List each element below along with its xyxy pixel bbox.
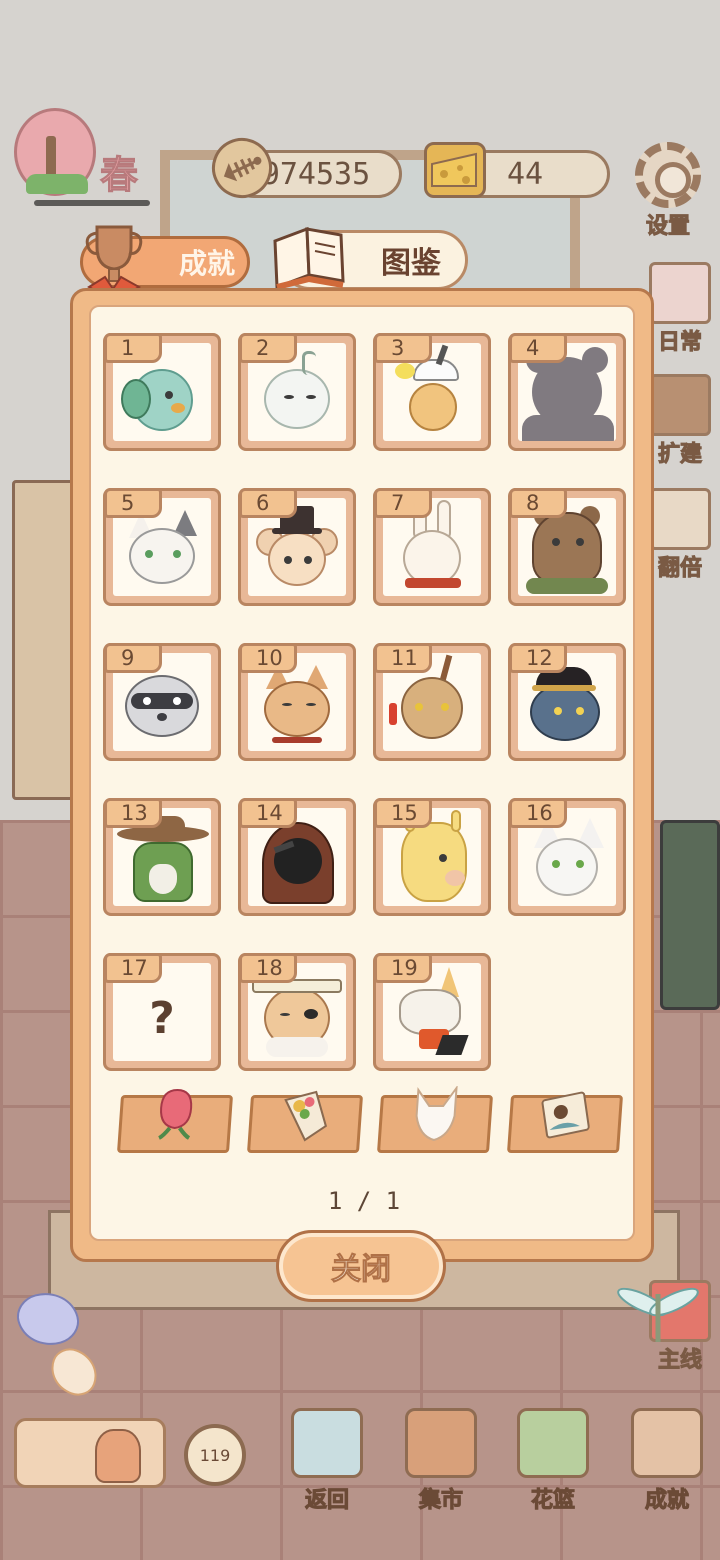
card-number: 11	[374, 643, 432, 673]
collection-card-10[interactable]: 10	[238, 643, 356, 761]
photo-card-icon	[541, 1091, 590, 1139]
card-number: 5	[104, 488, 162, 518]
daily-note-icon	[649, 262, 711, 324]
market-stall-icon	[405, 1408, 477, 1478]
collection-card-17[interactable]: ? 17	[103, 953, 221, 1071]
nav-basket-label: 花篮	[530, 1488, 575, 1514]
collection-card-12[interactable]: 12	[508, 643, 626, 761]
card-number: 10	[239, 643, 297, 673]
nav-achievements-label: 成就	[644, 1488, 689, 1514]
card-number: 17	[104, 953, 162, 983]
item-rose[interactable]	[116, 1088, 234, 1153]
open-book-icon	[273, 226, 345, 290]
collection-card-6[interactable]: 6	[238, 488, 356, 606]
cat-icon	[95, 1429, 141, 1483]
settings-button[interactable]: 设置	[632, 142, 704, 246]
tab-achievements-label: 成就	[178, 247, 235, 280]
season-label: 春	[99, 153, 139, 198]
window-icon	[291, 1408, 363, 1478]
collection-card-16[interactable]: 16	[508, 798, 626, 916]
collection-card-11[interactable]: 11	[373, 643, 491, 761]
card-number: 7	[374, 488, 432, 518]
nav-back-label: 返回	[304, 1488, 349, 1514]
collection-card-9[interactable]: 9	[103, 643, 221, 761]
trophy-icon	[631, 1408, 703, 1478]
fox-silhouette-icon	[415, 1086, 458, 1142]
clock-timer[interactable]: 119	[180, 1418, 250, 1508]
item-photo-card[interactable]	[506, 1091, 624, 1153]
easel	[660, 820, 720, 1010]
bouquet-icon	[284, 1090, 328, 1142]
double-ticket-icon	[649, 488, 711, 550]
nav-back-button[interactable]: 返回	[284, 1408, 370, 1514]
card-number: 16	[509, 798, 567, 828]
item-fox-silhouette[interactable]	[376, 1086, 494, 1153]
settings-label: 设置	[645, 214, 690, 240]
collection-card-1[interactable]: 1	[103, 333, 221, 451]
collection-panel-inner: 1 2 3 4 5 6 7 8 9 10 11 12 13 14 15 16 ?…	[89, 305, 635, 1241]
card-number: 8	[509, 488, 567, 518]
mystery-question-mark: ?	[149, 992, 175, 1044]
card-number: 14	[239, 798, 297, 828]
card-number: 6	[239, 488, 297, 518]
tab-collection[interactable]: 图鉴	[273, 226, 468, 290]
card-number: 13	[104, 798, 162, 828]
trophy-icon	[85, 225, 143, 296]
collection-card-13[interactable]: 13	[103, 798, 221, 916]
collection-card-14[interactable]: 14	[238, 798, 356, 916]
tab-collection-label: 图鉴	[381, 246, 441, 281]
grass-icon	[26, 174, 88, 194]
nav-market-button[interactable]: 集市	[398, 1408, 484, 1514]
collection-card-15[interactable]: 15	[373, 798, 491, 916]
collection-panel: 1 2 3 4 5 6 7 8 9 10 11 12 13 14 15 16 ?…	[70, 288, 654, 1262]
side-label-mainline: 主线	[657, 1348, 702, 1374]
collection-items-row	[115, 1086, 624, 1159]
card-number: 2	[239, 333, 297, 363]
nav-achievements-button[interactable]: 成就	[624, 1408, 710, 1514]
nav-basket-button[interactable]: 花篮	[510, 1408, 596, 1514]
flower-basket-icon	[517, 1408, 589, 1478]
clock-face: 119	[184, 1424, 246, 1486]
card-number: 1	[104, 333, 162, 363]
collection-card-8[interactable]: 8	[508, 488, 626, 606]
collection-card-2[interactable]: 2	[238, 333, 356, 451]
collection-card-3[interactable]: 3	[373, 333, 491, 451]
card-number: 9	[104, 643, 162, 673]
cat-helper-slot[interactable]	[14, 1418, 166, 1488]
gear-icon	[635, 142, 701, 208]
collection-card-18[interactable]: 18	[238, 953, 356, 1071]
page-indicator: 1 / 1	[327, 1187, 401, 1215]
hammer-icon	[649, 374, 711, 436]
card-number: 12	[509, 643, 567, 673]
dragonfly-icon	[617, 1287, 699, 1342]
collection-card-7[interactable]: 7	[373, 488, 491, 606]
rose-icon	[158, 1088, 193, 1140]
item-bouquet[interactable]	[246, 1090, 364, 1153]
close-button[interactable]: 关闭	[276, 1230, 446, 1302]
season-progress-bar	[34, 200, 150, 206]
collection-card-5[interactable]: 5	[103, 488, 221, 606]
collection-card-19[interactable]: 19	[373, 953, 491, 1071]
card-number: 15	[374, 798, 432, 828]
card-number: 4	[509, 333, 567, 363]
bookshelf	[12, 480, 74, 800]
season-badge[interactable]: 春	[10, 108, 160, 206]
card-number: 3	[374, 333, 432, 363]
card-number: 18	[239, 953, 297, 983]
collection-card-4[interactable]: 4	[508, 333, 626, 451]
card-number: 19	[374, 953, 432, 983]
nav-market-label: 集市	[418, 1488, 463, 1514]
tab-achievements[interactable]: 成就	[80, 225, 250, 296]
cheese-icon	[424, 142, 486, 198]
